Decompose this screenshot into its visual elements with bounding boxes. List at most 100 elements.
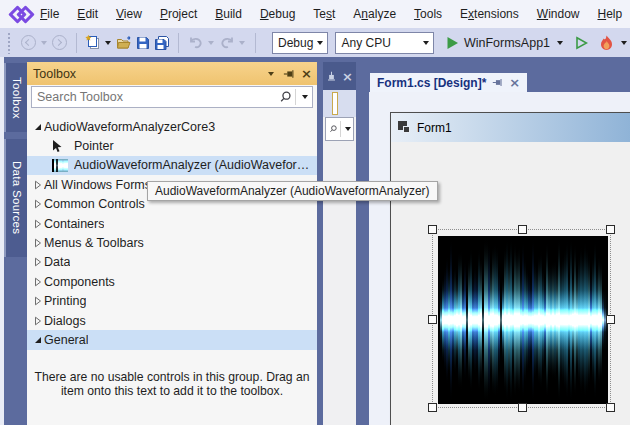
group-label: General: [44, 333, 88, 347]
menu-debug[interactable]: Debug: [251, 0, 304, 28]
tree-collapsed-icon[interactable]: [33, 199, 43, 209]
toolbox-group-menus-toolbars[interactable]: Menus & Toolbars: [27, 233, 317, 252]
audio-waveform-control[interactable]: [438, 236, 608, 404]
hot-reload-button[interactable]: [598, 33, 615, 53]
close-icon[interactable]: ×: [342, 70, 353, 83]
menu-items: FileEditViewProjectBuildDebugTestAnalyze…: [31, 0, 630, 28]
menu-file[interactable]: File: [31, 0, 68, 28]
tree-collapsed-icon[interactable]: [33, 238, 43, 248]
collapsed-panel-title-bar[interactable]: ×: [323, 62, 356, 90]
toolbar-grip[interactable]: [7, 32, 11, 54]
combo-dropdown-icon[interactable]: [419, 41, 433, 45]
toolbox-group-dialogs[interactable]: Dialogs: [27, 311, 317, 330]
form-title: Form1: [417, 121, 452, 135]
start-debugging-button[interactable]: WinFormsApp1: [446, 36, 566, 50]
navigate-forward-button[interactable]: [51, 33, 68, 53]
resize-handle-s[interactable]: [518, 403, 527, 412]
open-file-button[interactable]: [115, 33, 132, 53]
menu-analyze[interactable]: Analyze: [344, 0, 405, 28]
menu-extensions[interactable]: Extensions: [451, 0, 528, 28]
tree-collapsed-icon[interactable]: [33, 257, 43, 267]
document-tab-form1[interactable]: Form1.cs [Design]* ×: [370, 73, 527, 92]
solution-configuration-combo[interactable]: Debug: [272, 32, 328, 54]
toolbox-search-box[interactable]: Search Toolbox: [31, 86, 313, 108]
start-without-debugging-button[interactable]: [573, 33, 590, 53]
waveform-control-selection[interactable]: [432, 229, 611, 408]
resize-handle-e[interactable]: [606, 315, 615, 324]
search-options-dropdown-icon[interactable]: [345, 127, 351, 131]
menu-help[interactable]: Help: [588, 0, 630, 28]
save-all-button[interactable]: [153, 33, 170, 53]
tooltip: AudioWaveformAnalyzer (AudioWaveformAnal…: [147, 181, 438, 201]
side-tab-toolbox[interactable]: Toolbox: [4, 63, 27, 132]
toolbox-group-components[interactable]: Components: [27, 272, 317, 291]
resize-handle-n[interactable]: [518, 225, 527, 234]
resize-handle-nw[interactable]: [428, 225, 437, 234]
menu-test[interactable]: Test: [304, 0, 344, 28]
toolbox-item-pointer[interactable]: Pointer: [27, 136, 317, 155]
toolbox-title-bar[interactable]: Toolbox ×: [27, 62, 317, 85]
redo-dropdown-icon[interactable]: [239, 41, 245, 45]
search-options-dropdown-icon[interactable]: [302, 95, 308, 99]
navigate-back-button[interactable]: [20, 33, 37, 53]
solution-configuration-value: Debug: [273, 36, 313, 50]
tree-collapsed-icon[interactable]: [33, 316, 43, 326]
menu-edit[interactable]: Edit: [68, 0, 107, 28]
toolbox-group-containers[interactable]: Containers: [27, 214, 317, 233]
new-project-dropdown-icon[interactable]: [105, 41, 111, 45]
toolbox-group-audiowaveformanalyzercore3[interactable]: AudioWaveformAnalyzerCore3: [27, 117, 317, 136]
toolbox-group-general[interactable]: General: [27, 330, 317, 349]
resize-handle-ne[interactable]: [606, 225, 615, 234]
toolbox-item-audiowaveformanalyzer-audiowaveformanaly[interactable]: AudioWaveformAnalyzer (AudioWaveformAnal…: [27, 156, 317, 175]
form-title-bar: Form1: [391, 113, 630, 142]
tree-collapsed-icon[interactable]: [33, 219, 43, 229]
save-icon: [135, 35, 151, 51]
close-icon[interactable]: ×: [301, 67, 312, 80]
side-tab-data-sources[interactable]: Data Sources: [4, 139, 27, 257]
undo-button[interactable]: [187, 33, 204, 53]
run-outline-icon: [575, 36, 588, 50]
toolbox-group-data[interactable]: Data: [27, 253, 317, 272]
group-label: Containers: [44, 217, 104, 231]
document-tab-label: Form1.cs [Design]*: [377, 76, 486, 90]
toolbox-group-printing[interactable]: Printing: [27, 292, 317, 311]
pin-icon[interactable]: [492, 77, 503, 88]
tree-collapsed-icon[interactable]: [33, 180, 43, 190]
pin-icon[interactable]: [283, 68, 295, 80]
resize-handle-sw[interactable]: [428, 403, 437, 412]
tree-expanded-icon[interactable]: [33, 337, 43, 343]
tree-expanded-icon[interactable]: [33, 124, 43, 130]
toolbox-search: Search Toolbox: [27, 85, 317, 110]
menu-build[interactable]: Build: [206, 0, 251, 28]
run-dropdown-icon[interactable]: [557, 41, 563, 45]
menu-tools[interactable]: Tools: [405, 0, 451, 28]
close-icon[interactable]: ×: [509, 76, 520, 89]
undo-dropdown-icon[interactable]: [208, 41, 214, 45]
save-all-icon: [154, 35, 170, 51]
resize-handle-w[interactable]: [428, 315, 437, 324]
resize-handle-se[interactable]: [606, 403, 615, 412]
collapsed-search-input[interactable]: [332, 92, 338, 115]
redo-button[interactable]: [218, 33, 235, 53]
main-dock-area: Toolbox Data Sources Toolbox ×: [0, 57, 630, 425]
new-project-button[interactable]: [84, 33, 101, 53]
menu-project[interactable]: Project: [151, 0, 206, 28]
group-label: Data: [44, 255, 70, 269]
group-label: Printing: [44, 294, 86, 308]
combo-dropdown-icon[interactable]: [313, 41, 327, 45]
navigate-back-dropdown-icon[interactable]: [41, 41, 47, 45]
search-icon[interactable]: [329, 123, 338, 135]
menu-window[interactable]: Window: [528, 0, 589, 28]
tree-collapsed-icon[interactable]: [33, 277, 43, 287]
group-label: Menus & Toolbars: [44, 236, 144, 250]
search-icon[interactable]: [279, 90, 293, 104]
toolbar-overflow-dropdown-icon[interactable]: [621, 41, 627, 45]
tree-collapsed-icon[interactable]: [33, 296, 43, 306]
pin-icon[interactable]: [326, 71, 337, 82]
save-button[interactable]: [134, 33, 151, 53]
collapsed-search-buttons[interactable]: [325, 117, 354, 141]
menu-view[interactable]: View: [107, 0, 151, 28]
form-design-window[interactable]: Form1: [390, 112, 630, 425]
solution-platform-combo[interactable]: Any CPU: [335, 32, 433, 54]
window-position-dropdown-icon[interactable]: [268, 72, 274, 76]
